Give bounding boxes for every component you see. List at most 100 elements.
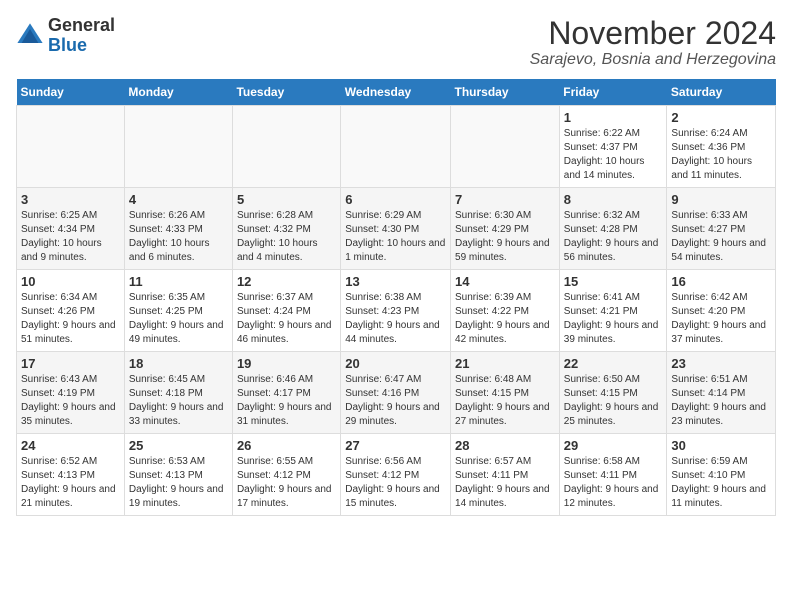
day-number: 8 [564,192,663,207]
day-number: 14 [455,274,555,289]
day-info: Sunrise: 6:45 AM Sunset: 4:18 PM Dayligh… [129,373,228,429]
day-info: Sunrise: 6:56 AM Sunset: 4:12 PM Dayligh… [345,455,446,511]
day-info: Sunrise: 6:38 AM Sunset: 4:23 PM Dayligh… [345,291,446,347]
day-header-sunday: Sunday [17,79,125,106]
day-number: 4 [129,192,228,207]
calendar-cell: 16 Sunrise: 6:42 AM Sunset: 4:20 PM Dayli… [667,270,776,352]
day-number: 9 [671,192,771,207]
day-header-friday: Friday [559,79,667,106]
calendar-cell: 22 Sunrise: 6:50 AM Sunset: 4:15 PM Dayli… [559,352,667,434]
day-info: Sunrise: 6:29 AM Sunset: 4:30 PM Dayligh… [345,209,446,265]
calendar-cell: 23Sunrise: 6:51 AM Sunset: 4:14 PM Dayli… [667,352,776,434]
day-info: Sunrise: 6:55 AM Sunset: 4:12 PM Dayligh… [237,455,336,511]
calendar-cell: 13 Sunrise: 6:38 AM Sunset: 4:23 PM Dayli… [341,270,451,352]
day-info: Sunrise: 6:25 AM Sunset: 4:34 PM Dayligh… [21,209,120,265]
day-number: 16 [671,274,771,289]
day-number: 15 [564,274,663,289]
day-number: 3 [21,192,120,207]
day-number: 22 [564,356,663,371]
day-number: 28 [455,438,555,453]
day-header-thursday: Thursday [451,79,560,106]
calendar-header-row: SundayMondayTuesdayWednesdayThursdayFrid… [17,79,776,106]
day-info: Sunrise: 6:34 AM Sunset: 4:26 PM Dayligh… [21,291,120,347]
logo: General Blue [16,16,115,56]
day-info: Sunrise: 6:52 AM Sunset: 4:13 PM Dayligh… [21,455,120,511]
day-header-saturday: Saturday [667,79,776,106]
day-info: Sunrise: 6:35 AM Sunset: 4:25 PM Dayligh… [129,291,228,347]
calendar-cell: 25Sunrise: 6:53 AM Sunset: 4:13 PM Dayli… [124,434,232,516]
day-number: 27 [345,438,446,453]
day-number: 11 [129,274,228,289]
calendar-cell: 21 Sunrise: 6:48 AM Sunset: 4:15 PM Dayli… [451,352,560,434]
day-header-wednesday: Wednesday [341,79,451,106]
calendar-cell: 19 Sunrise: 6:46 AM Sunset: 4:17 PM Dayli… [232,352,340,434]
calendar-week-4: 24 Sunrise: 6:52 AM Sunset: 4:13 PM Dayli… [17,434,776,516]
day-number: 30 [671,438,771,453]
calendar-cell: 10 Sunrise: 6:34 AM Sunset: 4:26 PM Dayli… [17,270,125,352]
calendar-cell [341,106,451,188]
calendar-cell: 1 Sunrise: 6:22 AM Sunset: 4:37 PM Daylig… [559,106,667,188]
day-info: Sunrise: 6:42 AM Sunset: 4:20 PM Dayligh… [671,291,771,347]
day-header-monday: Monday [124,79,232,106]
day-info: Sunrise: 6:50 AM Sunset: 4:15 PM Dayligh… [564,373,663,429]
calendar-cell [232,106,340,188]
calendar-table: SundayMondayTuesdayWednesdayThursdayFrid… [16,79,776,516]
day-info: Sunrise: 6:30 AM Sunset: 4:29 PM Dayligh… [455,209,555,265]
calendar-cell: 20 Sunrise: 6:47 AM Sunset: 4:16 PM Dayli… [341,352,451,434]
calendar-cell: 14 Sunrise: 6:39 AM Sunset: 4:22 PM Dayli… [451,270,560,352]
day-number: 12 [237,274,336,289]
day-number: 1 [564,110,663,125]
day-number: 18 [129,356,228,371]
calendar-cell: 9 Sunrise: 6:33 AM Sunset: 4:27 PM Daylig… [667,188,776,270]
calendar-cell: 12Sunrise: 6:37 AM Sunset: 4:24 PM Dayli… [232,270,340,352]
day-info: Sunrise: 6:33 AM Sunset: 4:27 PM Dayligh… [671,209,771,265]
day-info: Sunrise: 6:22 AM Sunset: 4:37 PM Dayligh… [564,127,663,183]
calendar-cell: 29 Sunrise: 6:58 AM Sunset: 4:11 PM Dayli… [559,434,667,516]
day-info: Sunrise: 6:24 AM Sunset: 4:36 PM Dayligh… [671,127,771,183]
day-info: Sunrise: 6:58 AM Sunset: 4:11 PM Dayligh… [564,455,663,511]
day-number: 13 [345,274,446,289]
day-info: Sunrise: 6:41 AM Sunset: 4:21 PM Dayligh… [564,291,663,347]
day-number: 29 [564,438,663,453]
day-number: 21 [455,356,555,371]
calendar-cell [451,106,560,188]
day-number: 19 [237,356,336,371]
calendar-cell: 27 Sunrise: 6:56 AM Sunset: 4:12 PM Dayli… [341,434,451,516]
day-number: 24 [21,438,120,453]
day-info: Sunrise: 6:59 AM Sunset: 4:10 PM Dayligh… [671,455,771,511]
calendar-cell: 15 Sunrise: 6:41 AM Sunset: 4:21 PM Dayli… [559,270,667,352]
header: General Blue November 2024 Sarajevo, Bos… [16,16,776,69]
calendar-cell: 24 Sunrise: 6:52 AM Sunset: 4:13 PM Dayli… [17,434,125,516]
day-number: 2 [671,110,771,125]
day-number: 5 [237,192,336,207]
calendar-week-3: 17 Sunrise: 6:43 AM Sunset: 4:19 PM Dayli… [17,352,776,434]
calendar-cell: 8 Sunrise: 6:32 AM Sunset: 4:28 PM Daylig… [559,188,667,270]
title-area: November 2024 Sarajevo, Bosnia and Herze… [530,16,776,69]
calendar-week-2: 10 Sunrise: 6:34 AM Sunset: 4:26 PM Dayli… [17,270,776,352]
day-number: 20 [345,356,446,371]
day-info: Sunrise: 6:46 AM Sunset: 4:17 PM Dayligh… [237,373,336,429]
month-title: November 2024 [530,16,776,51]
day-number: 17 [21,356,120,371]
logo-icon [16,22,44,50]
calendar-cell: 3 Sunrise: 6:25 AM Sunset: 4:34 PM Daylig… [17,188,125,270]
day-info: Sunrise: 6:39 AM Sunset: 4:22 PM Dayligh… [455,291,555,347]
calendar-cell: 26Sunrise: 6:55 AM Sunset: 4:12 PM Dayli… [232,434,340,516]
day-header-tuesday: Tuesday [232,79,340,106]
day-info: Sunrise: 6:48 AM Sunset: 4:15 PM Dayligh… [455,373,555,429]
day-info: Sunrise: 6:53 AM Sunset: 4:13 PM Dayligh… [129,455,228,511]
calendar-cell: 7Sunrise: 6:30 AM Sunset: 4:29 PM Daylig… [451,188,560,270]
calendar-cell: 2 Sunrise: 6:24 AM Sunset: 4:36 PM Daylig… [667,106,776,188]
calendar-cell [124,106,232,188]
calendar-week-0: 1 Sunrise: 6:22 AM Sunset: 4:37 PM Daylig… [17,106,776,188]
day-number: 10 [21,274,120,289]
calendar-cell: 30 Sunrise: 6:59 AM Sunset: 4:10 PM Dayli… [667,434,776,516]
calendar-cell: 11 Sunrise: 6:35 AM Sunset: 4:25 PM Dayli… [124,270,232,352]
day-info: Sunrise: 6:47 AM Sunset: 4:16 PM Dayligh… [345,373,446,429]
calendar-cell: 5Sunrise: 6:28 AM Sunset: 4:32 PM Daylig… [232,188,340,270]
day-info: Sunrise: 6:51 AM Sunset: 4:14 PM Dayligh… [671,373,771,429]
calendar-cell: 6Sunrise: 6:29 AM Sunset: 4:30 PM Daylig… [341,188,451,270]
calendar-cell: 4Sunrise: 6:26 AM Sunset: 4:33 PM Daylig… [124,188,232,270]
day-info: Sunrise: 6:43 AM Sunset: 4:19 PM Dayligh… [21,373,120,429]
day-info: Sunrise: 6:32 AM Sunset: 4:28 PM Dayligh… [564,209,663,265]
